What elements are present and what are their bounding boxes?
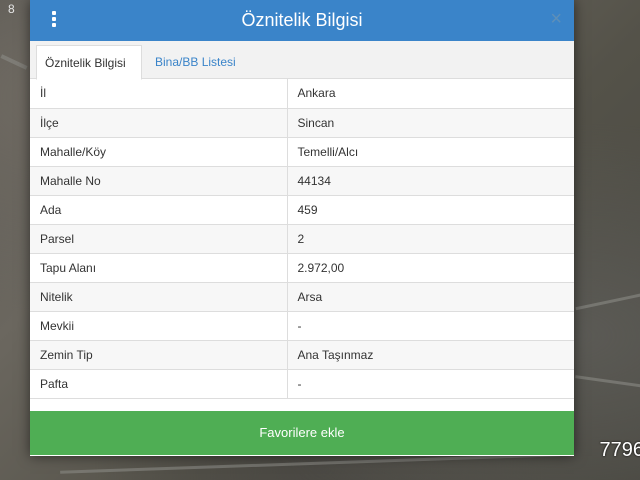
table-row: Pafta - [30,369,574,399]
table-row: İlçe Sincan [30,108,574,138]
map-corner-marker: 8 [8,2,15,16]
attribute-value: Ana Taşınmaz [287,340,574,370]
attribute-value: Arsa [287,282,574,312]
attribute-key: İlçe [30,108,288,138]
table-row: Ada 459 [30,195,574,225]
attribute-value: 2.972,00 [287,253,574,283]
attribute-value: 44134 [287,166,574,196]
attribute-key: Zemin Tip [30,340,288,370]
dialog-header: Öznitelik Bilgisi × [30,0,574,41]
attribute-key: Mevkii [30,311,288,341]
table-row: Mahalle No 44134 [30,166,574,196]
table-row: Tapu Alanı 2.972,00 [30,253,574,283]
map-road [575,292,640,311]
attribute-key: Parsel [30,224,288,254]
map-road [0,54,28,70]
attribute-value: Sincan [287,108,574,138]
attribute-dialog: Öznitelik Bilgisi × Öznitelik Bilgisi Bi… [30,0,574,456]
attribute-value: Ankara [287,79,574,109]
table-row: Nitelik Arsa [30,282,574,312]
add-to-favorites-button[interactable]: Favorilere ekle [30,411,574,455]
dialog-title: Öznitelik Bilgisi [241,10,363,30]
table-row: Zemin Tip Ana Taşınmaz [30,340,574,370]
attribute-key: Ada [30,195,288,225]
attribute-key: Mahalle/Köy [30,137,288,167]
tab-attribute-info[interactable]: Öznitelik Bilgisi [36,45,142,80]
map-road [575,375,640,388]
attribute-table: İl Ankara İlçe Sincan Mahalle/Köy Temell… [30,79,574,399]
map-road [60,453,560,474]
attribute-value: - [287,311,574,341]
attribute-key: Mahalle No [30,166,288,196]
tab-bar: Öznitelik Bilgisi Bina/BB Listesi [30,41,574,80]
close-icon[interactable]: × [550,8,562,30]
attribute-value: 459 [287,195,574,225]
table-row: İl Ankara [30,79,574,109]
attribute-key: İl [30,79,288,109]
attribute-key: Tapu Alanı [30,253,288,283]
table-row: Mevkii - [30,311,574,341]
table-row: Parsel 2 [30,224,574,254]
attribute-value: 2 [287,224,574,254]
attribute-key: Nitelik [30,282,288,312]
attribute-key: Pafta [30,369,288,399]
tab-building-list[interactable]: Bina/BB Listesi [147,45,244,80]
attribute-value: - [287,369,574,399]
table-row: Mahalle/Köy Temelli/Alcı [30,137,574,167]
map-scale-label: 7796 [599,439,640,461]
attribute-value: Temelli/Alcı [287,137,574,167]
